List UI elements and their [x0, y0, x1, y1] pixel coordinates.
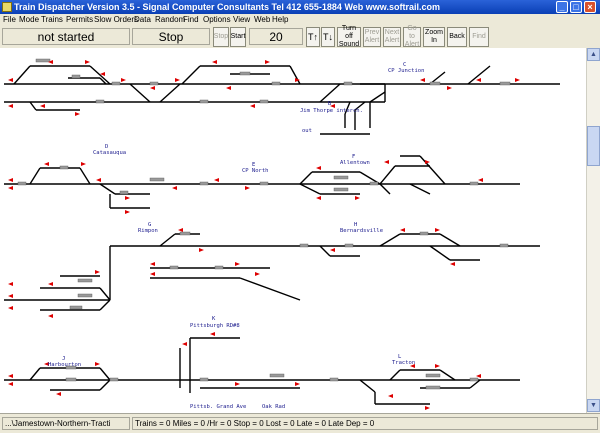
- station-oak-rad: Oak Rad: [262, 404, 285, 410]
- status-bar: ...\Jamestown-Northern-Tracti Trains = 0…: [0, 413, 600, 433]
- speed-panel: 20: [249, 28, 303, 45]
- section-middle-lower: [4, 231, 540, 311]
- station-cp-junction: CP Junction: [388, 68, 424, 74]
- track-diagram[interactable]: C CP Junction B Jim Thorpe interch. out …: [0, 48, 586, 413]
- run-state-panel: Stop: [132, 28, 210, 45]
- minimize-button[interactable]: _: [556, 1, 568, 13]
- find-button[interactable]: Find: [469, 27, 489, 47]
- scroll-thumb[interactable]: [587, 126, 600, 166]
- section-top: [4, 58, 560, 135]
- menu-view[interactable]: View: [233, 14, 250, 26]
- station-rimpon: Rimpon: [138, 228, 158, 234]
- speed-up-button[interactable]: T↑: [306, 27, 320, 47]
- menu-file[interactable]: File: [3, 14, 16, 26]
- station-out: out: [302, 128, 312, 134]
- turn-off-sound-button[interactable]: Turn off Sound: [337, 25, 361, 48]
- menu-permits[interactable]: Permits: [66, 14, 93, 26]
- title-bar: Train Dispatcher Version 3.5 - Signal Co…: [0, 0, 600, 14]
- status-file-path: ...\Jamestown-Northern-Tracti: [2, 417, 130, 430]
- status-train-stats: Trains = 0 Miles = 0 /Hr = 0 Stop = 0 Lo…: [132, 417, 598, 430]
- station-allentown: Allentown: [340, 160, 370, 166]
- signal-icons: [8, 60, 520, 410]
- maximize-button[interactable]: □: [570, 1, 582, 13]
- station-bernardsville: Bernardsville: [340, 228, 383, 234]
- scroll-down-button[interactable]: ▼: [587, 399, 600, 412]
- start-button[interactable]: Start: [230, 27, 246, 47]
- menu-trains[interactable]: Trains: [41, 14, 63, 26]
- vertical-scrollbar[interactable]: ▲ ▼: [586, 48, 600, 413]
- station-tracton: Tracton: [392, 360, 415, 366]
- back-button[interactable]: Back: [447, 27, 467, 47]
- zoom-in-button[interactable]: Zoom In: [423, 27, 445, 47]
- section-bottom: [4, 337, 520, 405]
- menu-web[interactable]: Web: [254, 14, 270, 26]
- close-button[interactable]: ×: [584, 1, 596, 13]
- menu-find[interactable]: Find: [183, 14, 199, 26]
- stop-button[interactable]: Stop: [213, 27, 229, 47]
- menu-mode[interactable]: Mode: [19, 14, 39, 26]
- goto-alert-button[interactable]: Go to Alert: [403, 25, 421, 48]
- scroll-up-button[interactable]: ▲: [587, 48, 600, 61]
- toolbar: not started Stop Stop Start 20 T↑ T↓ Tur…: [0, 25, 600, 49]
- menu-random[interactable]: Random: [155, 14, 185, 26]
- menu-data[interactable]: Data: [134, 14, 151, 26]
- app-icon: [2, 2, 12, 12]
- speed-down-button[interactable]: T↓: [321, 27, 335, 47]
- menu-help[interactable]: Help: [272, 14, 288, 26]
- window-title: Train Dispatcher Version 3.5 - Signal Co…: [14, 2, 440, 12]
- station-cp-north: CP North: [242, 168, 269, 174]
- menu-bar: File Mode Trains Permits Slow Orders Dat…: [0, 14, 600, 26]
- next-alert-button[interactable]: Next Alert: [383, 27, 401, 47]
- station-pittsburgh: Pittsburgh RD#8: [190, 323, 240, 329]
- prev-alert-button[interactable]: Prev Alert: [363, 27, 381, 47]
- station-jim-thorpe: Jim Thorpe interch.: [300, 108, 363, 114]
- station-letter-k: K: [212, 316, 216, 322]
- sim-status-panel: not started: [2, 28, 130, 45]
- menu-slow-orders[interactable]: Slow Orders: [94, 14, 138, 26]
- menu-options[interactable]: Options: [203, 14, 231, 26]
- station-harbourton: Harbourton: [48, 362, 81, 368]
- station-pittsb-grand-ave: Pittsb. Grand Ave: [190, 404, 246, 410]
- station-catasauqua: Catasauqua: [93, 150, 126, 156]
